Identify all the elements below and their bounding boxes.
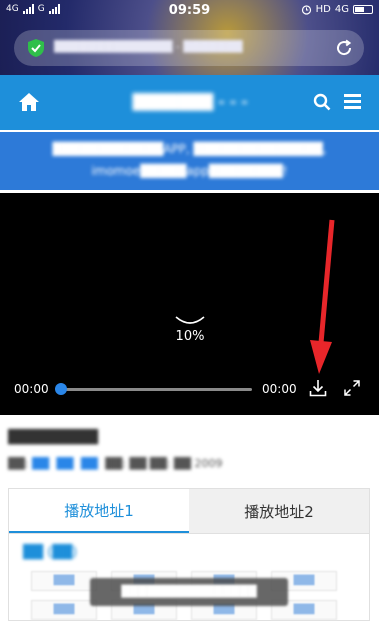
total-time: 00:00 <box>262 382 297 396</box>
video-meta: ██: ██ ██ ██ ██: ██ ██: ██ 2009 <box>8 457 378 470</box>
hd-label: HD <box>315 4 331 15</box>
notice-line-1: ████████████APP, ██████████████, <box>52 142 327 156</box>
tab-source-1[interactable]: 播放地址1 <box>9 489 189 533</box>
seek-handle[interactable] <box>55 383 67 395</box>
browser-chrome: 4G G 09:59 HD 4G ██████████████ - ██████… <box>0 0 379 75</box>
loading-spinner-icon <box>175 316 205 324</box>
loading-percent: 10% <box>175 329 205 344</box>
home-icon[interactable] <box>18 92 40 112</box>
address-bar[interactable]: ██████████████ - ███████ <box>14 30 364 66</box>
url-text[interactable]: ██████████████ - ███████ <box>54 40 324 56</box>
secure-shield-icon <box>28 39 44 57</box>
status-bar: 4G G 09:59 HD 4G <box>0 0 379 22</box>
notice-line-2: imomoe█████app████████! <box>91 164 288 178</box>
network-type-3: 4G <box>334 4 349 15</box>
menu-icon[interactable] <box>344 94 361 109</box>
video-title: █████████ <box>8 430 98 445</box>
site-header: ███████ - - - <box>0 75 379 130</box>
seek-bar[interactable] <box>60 388 252 391</box>
meta-label: ██: <box>8 457 29 470</box>
fullscreen-icon[interactable] <box>344 380 360 396</box>
genre-tag[interactable]: ██ <box>32 457 49 470</box>
toast-message: ████████████████ <box>90 578 288 606</box>
battery-icon <box>353 5 373 14</box>
download-icon[interactable] <box>309 379 327 397</box>
source-tabs: 播放地址1 播放地址2 <box>8 488 370 534</box>
current-time: 00:00 <box>14 382 49 396</box>
meta-details: ██: ██ ██: ██ 2009 <box>105 457 223 470</box>
refresh-icon[interactable] <box>334 38 354 58</box>
genre-tag[interactable]: ██ <box>57 457 74 470</box>
genre-tag[interactable]: ██ <box>81 457 98 470</box>
search-icon[interactable] <box>313 93 331 111</box>
annotation-arrow <box>310 219 335 374</box>
alarm-icon <box>301 5 311 15</box>
tab-source-2[interactable]: 播放地址2 <box>189 489 369 533</box>
site-title: ███████ - - - <box>132 93 248 111</box>
episode-button[interactable]: ███ <box>31 571 97 591</box>
episode-button[interactable]: ███ <box>31 600 97 620</box>
notice-banner[interactable]: ████████████APP, ██████████████, imomoe█… <box>0 130 379 190</box>
episode-heading: ██ (██) <box>23 545 78 560</box>
status-icons: HD 4G <box>301 4 373 15</box>
